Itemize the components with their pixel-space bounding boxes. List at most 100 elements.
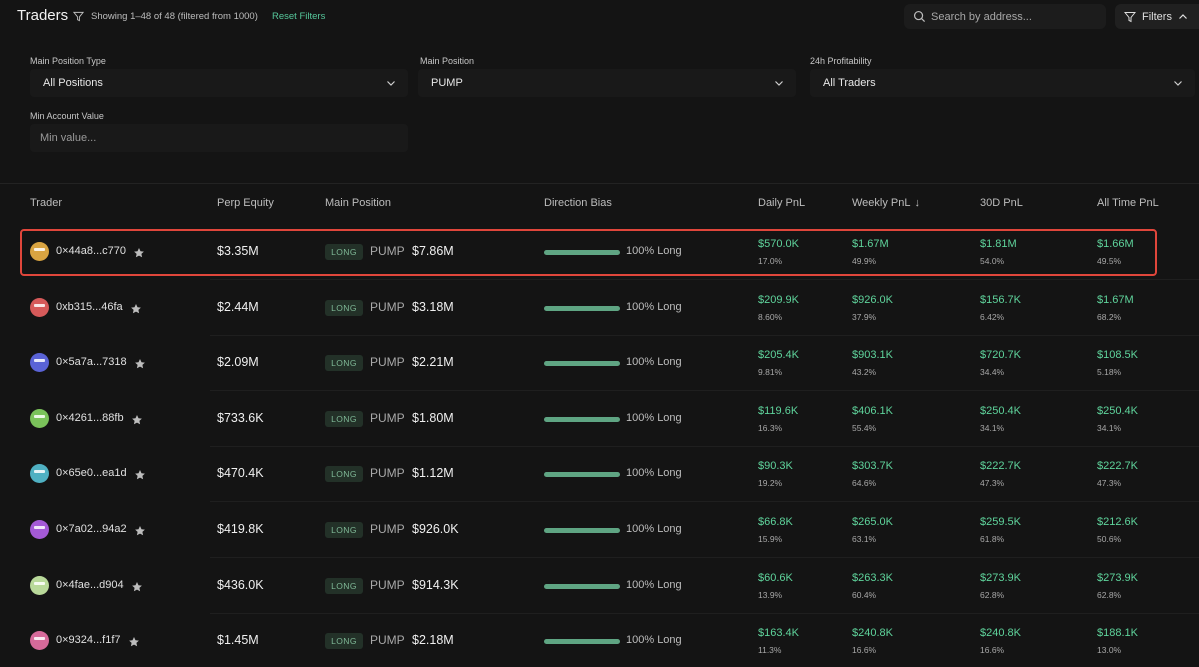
weekly-pnl: $1.67M [852, 238, 889, 250]
direction-bias-fill [544, 416, 620, 422]
column-header-daily-pnl[interactable]: Daily PnL [758, 197, 805, 209]
30d-pnl-pct: 34.1% [980, 422, 1005, 433]
direction-bias-bar [544, 583, 620, 589]
long-badge: LONG [325, 577, 363, 594]
trader-address[interactable]: 0×4261...88fb [56, 412, 124, 424]
position-asset: PUMP [370, 466, 405, 481]
select-value: PUMP [431, 77, 463, 89]
trader-address[interactable]: 0×4fae...d904 [56, 579, 124, 591]
profitability-select[interactable]: All Traders [810, 69, 1195, 97]
table-row[interactable]: 0×4fae...d904 $436.0K LONG PUMP $914.3K 100% … [0, 558, 1199, 614]
weekly-pnl: $240.8K [852, 627, 893, 640]
reset-filters-link[interactable]: Reset Filters [272, 11, 325, 22]
table-row[interactable]: 0×4261...88fb $733.6K LONG PUMP $1.80M 100% L… [0, 391, 1199, 447]
star-icon[interactable] [134, 468, 146, 480]
column-header-all-time-pnl[interactable]: All Time PnL [1097, 197, 1159, 209]
direction-bias-fill [544, 583, 620, 589]
position-value: $1.80M [412, 410, 454, 425]
perp-equity: $2.09M [217, 355, 259, 370]
direction-bias-bar [544, 416, 620, 422]
30d-pnl: $259.5K [980, 516, 1021, 528]
long-badge: LONG [325, 522, 363, 538]
funnel-icon [73, 11, 84, 22]
table-row[interactable]: 0×9324...f1f7 $1.45M LONG PUMP $2.18M 100% Lo… [0, 613, 1199, 667]
table-row[interactable]: 0×5a7a...7318 $2.09M LONG PUMP $2.21M 100% Lo… [0, 335, 1199, 392]
funnel-icon [1124, 11, 1136, 22]
position-asset: PUMP [370, 410, 405, 425]
min-account-input[interactable] [30, 124, 408, 152]
direction-bias-fill [544, 639, 620, 645]
direction-bias-fill [544, 472, 620, 478]
all-time-pnl: $273.9K [1097, 571, 1138, 584]
table-row[interactable]: 0xb315...46fa $2.44M LONG PUMP $3.18M 100% Lo… [0, 280, 1199, 336]
chevron-down-icon [1174, 81, 1182, 86]
weekly-pnl-pct: 55.4% [852, 422, 877, 433]
daily-pnl: $209.9K [758, 293, 799, 306]
column-header-30d-pnl[interactable]: 30D PnL [980, 197, 1023, 209]
column-header-perp-equity[interactable]: Perp Equity [217, 197, 274, 209]
column-header-direction-bias[interactable]: Direction Bias [544, 197, 612, 209]
daily-pnl-pct: 17.0% [758, 256, 783, 266]
search-icon [913, 10, 926, 23]
table-row[interactable]: 0×7a02...94a2 $419.8K LONG PUMP $926.0K 100% … [0, 502, 1199, 558]
trader-address[interactable]: 0×5a7a...7318 [56, 356, 127, 368]
position-value: $2.18M [412, 633, 454, 648]
perp-equity: $2.44M [217, 299, 259, 314]
perp-equity: $436.0K [217, 577, 264, 592]
main-position-label: Main Position [420, 56, 475, 66]
trader-address[interactable]: 0×9324...f1f7 [56, 634, 121, 646]
30d-pnl-pct: 6.42% [980, 311, 1005, 322]
30d-pnl: $720.7K [980, 349, 1021, 362]
main-position-type-select[interactable]: All Positions [30, 69, 408, 97]
search-box[interactable] [904, 4, 1106, 29]
direction-bias-text: 100% Long [626, 245, 682, 257]
filters-button[interactable]: Filters [1115, 4, 1199, 29]
daily-pnl-pct: 8.60% [758, 311, 783, 322]
perp-equity: $1.45M [217, 633, 259, 648]
direction-bias-text: 100% Long [626, 523, 682, 535]
select-value: All Positions [43, 77, 103, 89]
all-time-pnl-pct: 13.0% [1097, 645, 1122, 656]
weekly-pnl: $303.7K [852, 460, 893, 473]
table-row[interactable]: 0×44a8...c770 $3.35M LONG PUMP $7.86M 100% Lo… [0, 224, 1199, 280]
search-input[interactable] [931, 7, 1101, 26]
daily-pnl: $119.6K [758, 404, 799, 417]
main-position-select[interactable]: PUMP [418, 69, 796, 97]
all-time-pnl: $188.1K [1097, 627, 1138, 640]
long-badge: LONG [325, 410, 363, 427]
all-time-pnl-pct: 34.1% [1097, 422, 1122, 433]
trader-address[interactable]: 0xb315...46fa [56, 301, 123, 313]
star-icon[interactable] [134, 357, 146, 369]
star-icon[interactable] [131, 413, 143, 425]
main-position-type-label: Main Position Type [30, 56, 106, 66]
star-icon[interactable] [134, 524, 146, 536]
weekly-pnl-pct: 16.6% [852, 645, 877, 656]
trader-address[interactable]: 0×7a02...94a2 [56, 523, 127, 535]
column-header-trader[interactable]: Trader [30, 197, 62, 209]
results-count: Showing 1–48 of 48 (filtered from 1000) [91, 11, 258, 22]
direction-bias-bar [544, 305, 620, 311]
daily-pnl-pct: 16.3% [758, 422, 783, 433]
direction-bias-bar [544, 639, 620, 645]
daily-pnl: $60.6K [758, 571, 793, 584]
avatar [30, 464, 49, 484]
column-header-main-position[interactable]: Main Position [325, 197, 391, 209]
column-header-weekly-pnl[interactable]: Weekly PnL ↓ [852, 197, 920, 209]
trader-address[interactable]: 0×44a8...c770 [56, 245, 126, 257]
all-time-pnl-pct: 62.8% [1097, 589, 1122, 600]
position-value: $914.3K [412, 577, 459, 592]
long-badge: LONG [325, 355, 363, 372]
weekly-pnl-pct: 37.9% [852, 311, 877, 322]
star-icon[interactable] [133, 246, 145, 258]
weekly-pnl-pct: 49.9% [852, 256, 877, 266]
all-time-pnl-pct: 47.3% [1097, 478, 1122, 489]
trader-address[interactable]: 0×65e0...ea1d [56, 467, 127, 479]
star-icon[interactable] [128, 635, 140, 647]
avatar [30, 520, 49, 539]
star-icon[interactable] [131, 580, 143, 592]
perp-equity: $419.8K [217, 522, 264, 536]
table-row[interactable]: 0×65e0...ea1d $470.4K LONG PUMP $1.12M 100% L… [0, 446, 1199, 503]
star-icon[interactable] [130, 302, 142, 314]
long-badge: LONG [325, 299, 363, 316]
weekly-pnl-pct: 60.4% [852, 589, 877, 600]
